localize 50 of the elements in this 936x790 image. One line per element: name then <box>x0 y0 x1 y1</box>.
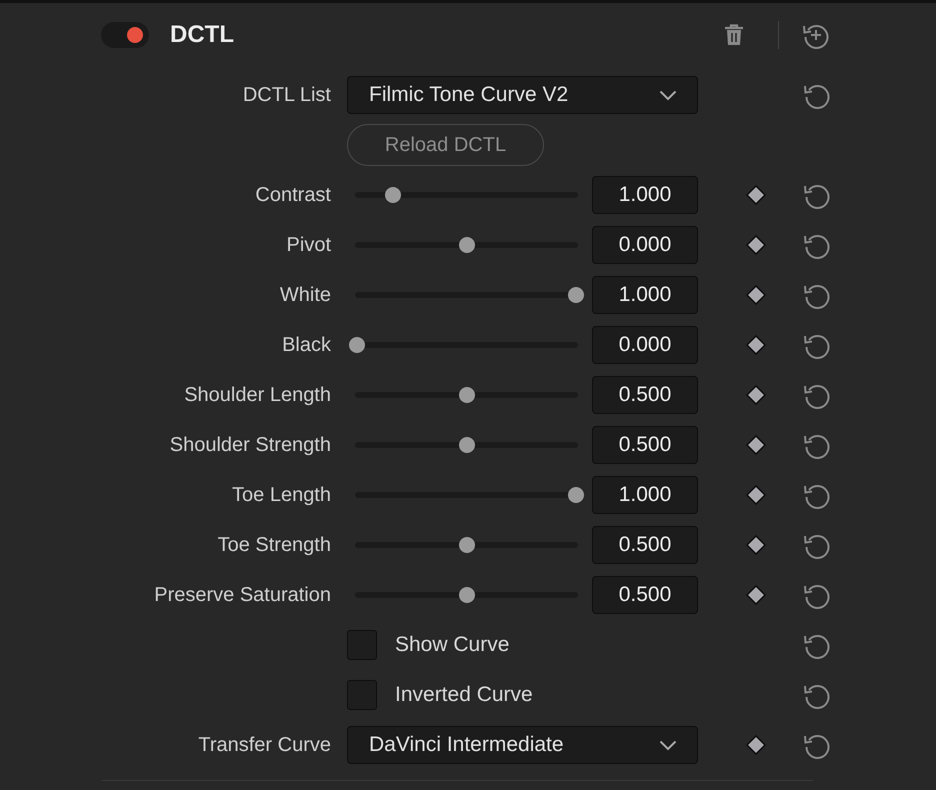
trash-icon[interactable] <box>724 24 744 46</box>
slider-label: Toe Length <box>231 484 331 506</box>
panel-title: DCTL <box>170 21 234 49</box>
checkbox[interactable] <box>347 630 377 660</box>
keyframe-icon[interactable] <box>746 585 766 605</box>
value-field[interactable]: 0.000 <box>592 326 698 364</box>
slider-thumb[interactable] <box>458 587 474 603</box>
dropdown[interactable]: DaVinci Intermediate <box>347 726 698 764</box>
slider-thumb[interactable] <box>384 187 401 203</box>
value-field[interactable]: 0.500 <box>592 576 698 614</box>
slider-thumb[interactable] <box>458 237 474 253</box>
checkbox[interactable] <box>347 680 377 710</box>
value-field[interactable]: 0.500 <box>592 526 698 564</box>
keyframe-icon[interactable] <box>746 285 766 305</box>
value-field[interactable]: 1.000 <box>592 276 698 314</box>
value-field[interactable]: 0.000 <box>592 226 698 264</box>
slider-thumb[interactable] <box>349 337 365 353</box>
slider-thumb[interactable] <box>568 487 584 503</box>
checkbox-label: Show Curve <box>395 633 510 657</box>
slider-label: Shoulder Strength <box>168 434 331 456</box>
slider-label: Toe Strength <box>216 534 331 556</box>
slider-thumb[interactable] <box>568 287 584 303</box>
slider-thumb[interactable] <box>458 387 474 403</box>
slider-label: Pivot <box>286 234 331 256</box>
keyframe-icon[interactable] <box>746 735 766 755</box>
checkbox-label: Inverted Curve <box>395 683 533 707</box>
slider-label: White <box>278 284 331 306</box>
slider-thumb[interactable] <box>458 537 474 553</box>
field-label: Transfer Curve <box>197 734 331 756</box>
slider-label: Contrast <box>254 184 331 206</box>
slider-label: Preserve Saturation <box>153 584 331 606</box>
chevron-down-icon <box>659 740 677 750</box>
field-label: DCTL List <box>242 84 331 106</box>
slider-label: Black <box>281 334 331 356</box>
value-field[interactable]: 0.500 <box>592 376 698 414</box>
keyframe-icon[interactable] <box>746 485 766 505</box>
slider-thumb[interactable] <box>458 437 474 453</box>
keyframe-icon[interactable] <box>746 385 766 405</box>
keyframe-icon[interactable] <box>746 235 766 255</box>
value-field[interactable]: 1.000 <box>592 176 698 214</box>
value-field[interactable]: 0.500 <box>592 426 698 464</box>
slider-label: Shoulder Length <box>183 384 331 406</box>
keyframe-icon[interactable] <box>746 535 766 555</box>
keyframe-icon[interactable] <box>746 435 766 455</box>
enable-toggle[interactable] <box>101 22 149 48</box>
value-field[interactable]: 1.000 <box>592 476 698 514</box>
keyframe-icon[interactable] <box>746 185 766 205</box>
dropdown[interactable]: Filmic Tone Curve V2 <box>347 76 698 114</box>
chevron-down-icon <box>659 90 677 100</box>
keyframe-icon[interactable] <box>746 335 766 355</box>
